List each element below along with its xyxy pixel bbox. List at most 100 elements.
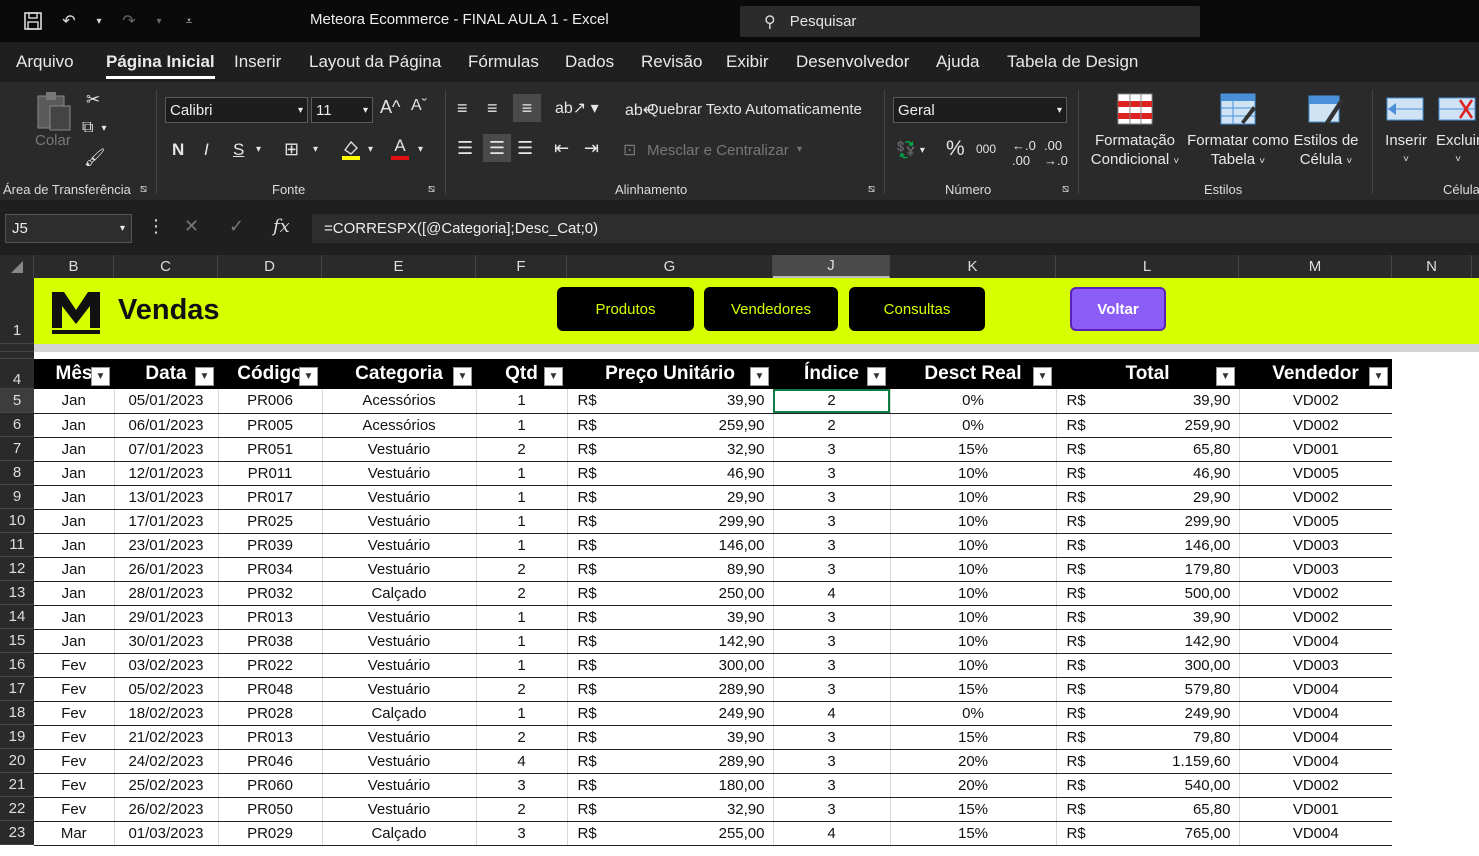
cell-codigo[interactable]: PR022 — [218, 653, 323, 678]
cell-codigo[interactable]: PR038 — [218, 629, 323, 654]
cell-codigo[interactable]: PR060 — [218, 773, 323, 798]
cell-desconto[interactable]: 10% — [890, 653, 1057, 678]
cell-indice[interactable]: 3 — [773, 629, 891, 654]
row-header[interactable]: 4 — [0, 359, 34, 389]
cell-categoria[interactable]: Vestuário — [322, 773, 477, 798]
underline-button[interactable]: S — [233, 140, 244, 160]
enter-icon[interactable]: ✓ — [229, 216, 244, 237]
underline-dropdown-icon[interactable]: ▾ — [256, 144, 261, 155]
cell-data[interactable]: 06/01/2023 — [114, 413, 219, 438]
column-header[interactable]: N — [1392, 255, 1472, 278]
tab-layout-da-pagina[interactable]: Layout da Página — [309, 52, 441, 72]
cell-desconto[interactable]: 10% — [890, 461, 1057, 486]
cell-preco[interactable]: R$ 39,90 — [567, 725, 774, 750]
cell-data[interactable]: 26/02/2023 — [114, 797, 219, 822]
row-header[interactable]: 15 — [0, 629, 34, 653]
cell-codigo[interactable]: PR051 — [218, 437, 323, 462]
cell-desconto[interactable]: 15% — [890, 677, 1057, 702]
voltar-button[interactable]: Voltar — [1070, 287, 1166, 331]
cell-categoria[interactable]: Vestuário — [322, 533, 477, 558]
cell-codigo[interactable]: PR048 — [218, 677, 323, 702]
cell-codigo[interactable]: PR029 — [218, 821, 323, 846]
filter-dropdown-icon[interactable]: ▼ — [1216, 367, 1235, 386]
comma-style-button[interactable]: 000 — [976, 142, 996, 156]
insert-cells-icon[interactable] — [1386, 94, 1424, 128]
column-header[interactable]: G — [567, 255, 773, 278]
font-color-icon[interactable]: A — [391, 136, 409, 160]
cell-mes[interactable]: Jan — [34, 389, 115, 414]
grow-font-icon[interactable]: A^ — [380, 97, 400, 118]
cell-desconto[interactable]: 15% — [890, 437, 1057, 462]
cell-total[interactable]: R$ 39,90 — [1056, 389, 1240, 414]
cell-desconto[interactable]: 10% — [890, 533, 1057, 558]
cell-mes[interactable]: Jan — [34, 533, 115, 558]
column-header[interactable]: K — [890, 255, 1056, 278]
cell-vendedor[interactable]: VD002 — [1239, 581, 1392, 606]
row-header[interactable]: 22 — [0, 797, 34, 821]
cell-codigo[interactable]: PR025 — [218, 509, 323, 534]
cell-indice[interactable]: 4 — [773, 581, 891, 606]
cell-total[interactable]: R$ 142,90 — [1056, 629, 1240, 654]
cell-preco[interactable]: R$ 146,00 — [567, 533, 774, 558]
column-header[interactable]: L — [1056, 255, 1239, 278]
align-center-icon[interactable]: ☰ — [483, 134, 511, 162]
cell-mes[interactable]: Jan — [34, 629, 115, 654]
cell-indice[interactable]: 3 — [773, 773, 891, 798]
cell-indice[interactable]: 3 — [773, 557, 891, 582]
cell-total[interactable]: R$ 65,80 — [1056, 797, 1240, 822]
cell-total[interactable]: R$ 249,90 — [1056, 701, 1240, 726]
row-header[interactable]: 1 — [0, 278, 34, 344]
cell-preco[interactable]: R$ 249,90 — [567, 701, 774, 726]
cell-preco[interactable]: R$ 300,00 — [567, 653, 774, 678]
cell-desconto[interactable]: 10% — [890, 581, 1057, 606]
cell-desconto[interactable]: 20% — [890, 749, 1057, 774]
borders-dropdown-icon[interactable]: ▾ — [313, 144, 318, 155]
cell-total[interactable]: R$ 79,80 — [1056, 725, 1240, 750]
align-bottom-icon[interactable]: ≡ — [513, 94, 541, 122]
cell-total[interactable]: R$ 146,00 — [1056, 533, 1240, 558]
cell-preco[interactable]: R$ 46,90 — [567, 461, 774, 486]
cell-data[interactable]: 30/01/2023 — [114, 629, 219, 654]
column-header[interactable]: E — [322, 255, 476, 278]
filter-dropdown-icon[interactable]: ▼ — [1369, 367, 1388, 386]
row-header[interactable]: 13 — [0, 581, 34, 605]
undo-dropdown-icon[interactable]: ▾ — [94, 10, 104, 32]
cell-codigo[interactable]: PR034 — [218, 557, 323, 582]
cell-indice[interactable]: 2 — [773, 413, 891, 438]
shrink-font-icon[interactable]: Aˇ — [411, 97, 427, 115]
paste-icon[interactable] — [34, 90, 74, 134]
cell-codigo[interactable]: PR050 — [218, 797, 323, 822]
cell-preco[interactable]: R$ 39,90 — [567, 389, 774, 414]
cell-indice[interactable]: 3 — [773, 509, 891, 534]
tab-desenvolvedor[interactable]: Desenvolvedor — [796, 52, 909, 72]
cell-indice[interactable]: 3 — [773, 725, 891, 750]
undo-icon[interactable]: ↶ — [58, 10, 80, 32]
cell-vendedor[interactable]: VD003 — [1239, 557, 1392, 582]
cell-qtd[interactable]: 2 — [476, 557, 568, 582]
cell-qtd[interactable]: 1 — [476, 533, 568, 558]
more-options-icon[interactable]: ⋮ — [147, 216, 165, 237]
cell-data[interactable]: 21/02/2023 — [114, 725, 219, 750]
cell-qtd[interactable]: 2 — [476, 797, 568, 822]
row-header[interactable]: 18 — [0, 701, 34, 725]
cell-indice[interactable]: 3 — [773, 437, 891, 462]
filter-dropdown-icon[interactable]: ▼ — [299, 367, 318, 386]
cell-preco[interactable]: R$ 32,90 — [567, 437, 774, 462]
orientation-icon[interactable]: ab↗ ▾ — [555, 98, 599, 118]
column-header[interactable]: M — [1239, 255, 1392, 278]
cell-categoria[interactable]: Calçado — [322, 701, 477, 726]
row-header[interactable]: 21 — [0, 773, 34, 797]
customize-toolbar-icon[interactable]: ⩡ — [178, 10, 200, 32]
cell-codigo[interactable]: PR046 — [218, 749, 323, 774]
column-header[interactable]: F — [476, 255, 567, 278]
cell-categoria[interactable]: Vestuário — [322, 485, 477, 510]
align-top-icon[interactable]: ≡ — [457, 98, 468, 119]
row-header[interactable]: 7 — [0, 437, 34, 461]
cell-qtd[interactable]: 2 — [476, 437, 568, 462]
cell-vendedor[interactable]: VD005 — [1239, 509, 1392, 534]
fill-color-icon[interactable] — [341, 138, 361, 160]
cell-data[interactable]: 24/02/2023 — [114, 749, 219, 774]
cell-mes[interactable]: Jan — [34, 437, 115, 462]
cell-preco[interactable]: R$ 32,90 — [567, 797, 774, 822]
cell-indice[interactable]: 3 — [773, 677, 891, 702]
